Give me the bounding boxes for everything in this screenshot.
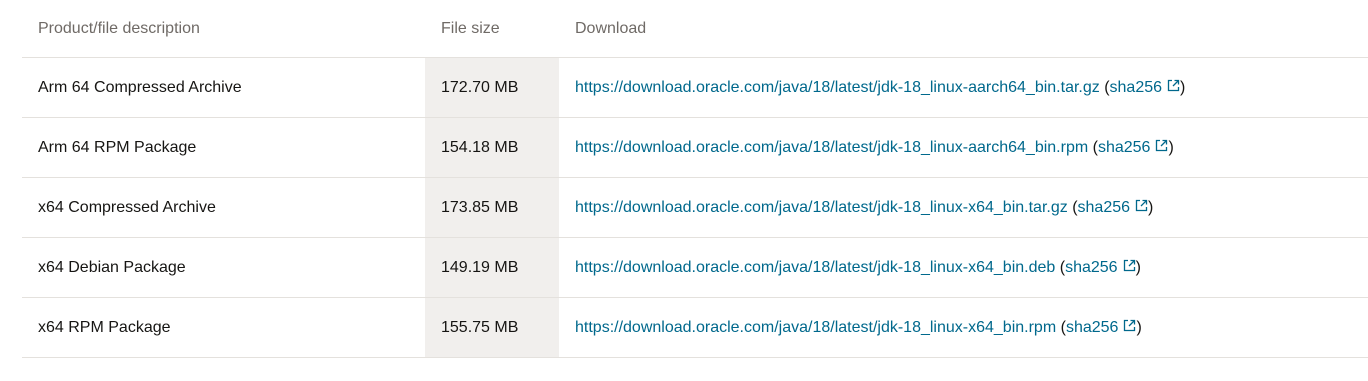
header-description: Product/file description: [22, 0, 425, 58]
sha256-link[interactable]: sha256: [1066, 319, 1137, 336]
table-header: Product/file description File size Downl…: [22, 0, 1368, 58]
download-cell: https://download.oracle.com/java/18/late…: [559, 177, 1368, 238]
sha256-label: sha256: [1097, 138, 1151, 156]
paren-close: ): [1180, 78, 1186, 96]
sha256-link[interactable]: sha256: [1098, 139, 1169, 156]
header-file-size: File size: [425, 0, 559, 58]
header-row: Product/file description File size Downl…: [22, 0, 1368, 58]
table-row: x64 RPM Package 155.75 MB https://downlo…: [22, 297, 1368, 358]
table-body: Arm 64 Compressed Archive 172.70 MB http…: [22, 57, 1368, 358]
sha256-link[interactable]: sha256: [1078, 199, 1149, 216]
paren-close: ): [1136, 318, 1142, 336]
external-link-icon: [1123, 259, 1136, 272]
file-description: x64 Debian Package: [22, 237, 425, 298]
download-link[interactable]: https://download.oracle.com/java/18/late…: [575, 319, 1056, 336]
table-row: x64 Compressed Archive 173.85 MB https:/…: [22, 177, 1368, 238]
table-row: x64 Debian Package 149.19 MB https://dow…: [22, 237, 1368, 298]
sha256-label: sha256: [1077, 198, 1131, 216]
download-link[interactable]: https://download.oracle.com/java/18/late…: [575, 259, 1055, 276]
download-cell: https://download.oracle.com/java/18/late…: [559, 297, 1368, 358]
downloads-table-container: Product/file description File size Downl…: [22, 0, 1368, 358]
file-size: 173.85 MB: [425, 177, 559, 238]
download-link[interactable]: https://download.oracle.com/java/18/late…: [575, 199, 1068, 216]
download-cell: https://download.oracle.com/java/18/late…: [559, 57, 1368, 118]
paren-close: ): [1168, 138, 1174, 156]
sha256-label: sha256: [1109, 78, 1163, 96]
download-link[interactable]: https://download.oracle.com/java/18/late…: [575, 79, 1100, 96]
table-row: Arm 64 Compressed Archive 172.70 MB http…: [22, 57, 1368, 118]
sha256-link[interactable]: sha256: [1065, 259, 1136, 276]
file-description: x64 RPM Package: [22, 297, 425, 358]
header-download: Download: [559, 0, 1368, 58]
file-size: 149.19 MB: [425, 237, 559, 298]
file-size: 154.18 MB: [425, 117, 559, 178]
download-cell: https://download.oracle.com/java/18/late…: [559, 237, 1368, 298]
sha256-link[interactable]: sha256: [1110, 79, 1181, 96]
external-link-icon: [1135, 199, 1148, 212]
paren-close: ): [1135, 258, 1141, 276]
download-link[interactable]: https://download.oracle.com/java/18/late…: [575, 139, 1088, 156]
sha256-label: sha256: [1065, 258, 1118, 276]
paren-close: ): [1148, 198, 1154, 216]
external-link-icon: [1167, 79, 1180, 92]
table-row: Arm 64 RPM Package 154.18 MB https://dow…: [22, 117, 1368, 178]
file-size: 172.70 MB: [425, 57, 559, 118]
file-description: Arm 64 RPM Package: [22, 117, 425, 178]
external-link-icon: [1155, 139, 1168, 152]
sha256-label: sha256: [1065, 318, 1119, 336]
external-link-icon: [1123, 319, 1136, 332]
file-description: Arm 64 Compressed Archive: [22, 57, 425, 118]
downloads-table: Product/file description File size Downl…: [22, 0, 1368, 358]
file-size: 155.75 MB: [425, 297, 559, 358]
download-cell: https://download.oracle.com/java/18/late…: [559, 117, 1368, 178]
file-description: x64 Compressed Archive: [22, 177, 425, 238]
